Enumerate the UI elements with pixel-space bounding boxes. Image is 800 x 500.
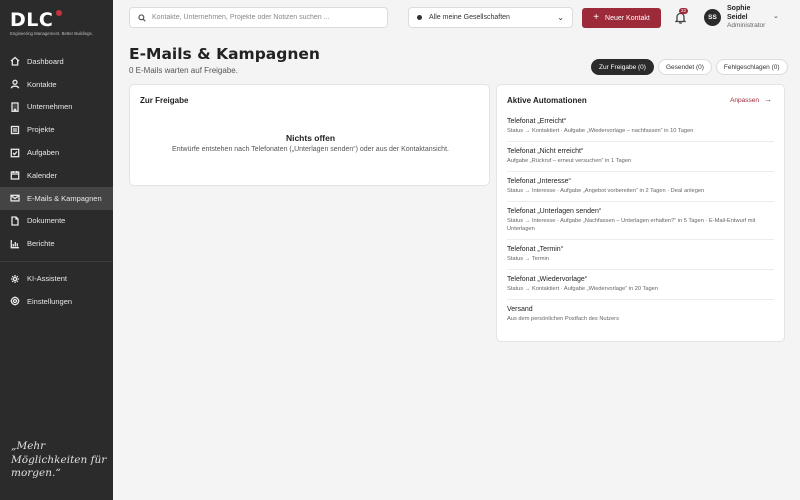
tab-zur-freigabe[interactable]: Zur Freigabe (0) — [591, 59, 654, 75]
automation-desc: Status → Termin — [507, 256, 549, 262]
mail-icon — [10, 193, 20, 203]
filter-tabs: Zur Freigabe (0) Gesendet (0) Fehlgeschl… — [591, 59, 788, 75]
automation-name: Telefonat „Wiedervorlage“ — [507, 276, 588, 283]
company-select-value: Alle meine Gesellschaften — [429, 14, 510, 21]
new-contact-label: Neuer Kontakt — [605, 14, 650, 22]
empty-state-text: Entwürfe entstehen nach Telefonaten („Un… — [172, 146, 449, 153]
checkbox-icon — [10, 148, 20, 158]
document-icon — [10, 216, 20, 226]
page-title: E-Mails & Kampagnen — [129, 45, 320, 63]
sidebar-nav: Dashboard Kontakte Unternehmen Projekte … — [0, 50, 113, 313]
notifications-button[interactable]: 22 — [674, 8, 689, 24]
user-name: Sophie Seidel — [727, 5, 751, 21]
user-menu[interactable]: Sophie Seidel Administrator — [727, 5, 769, 31]
list-item[interactable]: Telefonat „Interesse“ Status → Interesse… — [507, 177, 774, 202]
sidebar-item-dashboard[interactable]: Dashboard — [0, 50, 113, 73]
sidebar-item-label: Dokumente — [27, 216, 66, 226]
chevron-down-icon: ⌄ — [557, 13, 564, 22]
automation-name: Telefonat „Erreicht“ — [507, 118, 567, 125]
automation-name: Telefonat „Termin“ — [507, 246, 564, 253]
adjust-label: Anpassen — [730, 96, 759, 104]
logo-dot — [56, 10, 62, 16]
user-role: Administrator — [727, 22, 766, 29]
automation-desc: Aufgabe „Rückruf – erneut versuchen“ in … — [507, 158, 632, 164]
sidebar-item-label: Kontakte — [27, 79, 57, 89]
search-bar[interactable] — [129, 7, 388, 28]
automation-desc: Status → Kontaktiert · Aufgabe „Wiedervo… — [507, 128, 694, 134]
sidebar-item-aufgaben[interactable]: Aufgaben — [0, 141, 113, 164]
sidebar-item-emails[interactable]: E-Mails & Kampagnen — [0, 186, 113, 210]
sidebar: DLC Engineering Management. Better Build… — [0, 0, 113, 500]
list-item[interactable]: Telefonat „Erreicht“ Status → Kontaktier… — [507, 117, 774, 142]
company-dot-icon — [417, 15, 422, 20]
folder-icon — [10, 125, 20, 135]
chevron-down-icon[interactable]: ⌄ — [773, 12, 779, 20]
automations-card-heading: Aktive Automationen — [507, 96, 587, 105]
building-icon — [10, 102, 20, 112]
calendar-icon — [10, 170, 20, 181]
sidebar-item-kalender[interactable]: Kalender — [0, 164, 113, 187]
plus-icon: + — [593, 12, 600, 23]
notification-badge: 22 — [679, 8, 689, 14]
sidebar-divider — [0, 261, 113, 263]
automation-desc: Status → Kontaktiert · Aufgabe „Wiedervo… — [507, 286, 659, 292]
chart-icon — [10, 239, 20, 249]
sidebar-item-unternehmen[interactable]: Unternehmen — [0, 96, 113, 119]
automation-name: Telefonat „Interesse“ — [507, 178, 571, 185]
sidebar-item-label: Projekte — [27, 125, 55, 135]
sidebar-item-label: Dashboard — [27, 56, 64, 66]
sidebar-item-projekte[interactable]: Projekte — [0, 118, 113, 141]
page-subtitle: 0 E-Mails warten auf Freigabe. — [129, 66, 238, 75]
automations-card: Aktive Automationen Anpassen → Telefonat… — [496, 84, 785, 342]
company-select[interactable]: Alle meine Gesellschaften ⌄ — [408, 7, 573, 28]
sidebar-item-label: E-Mails & Kampagnen — [27, 193, 102, 203]
user-icon — [10, 79, 20, 89]
sidebar-item-kontakte[interactable]: Kontakte — [0, 73, 113, 96]
sidebar-item-berichte[interactable]: Berichte — [0, 232, 113, 255]
list-item[interactable]: Telefonat „Unterlagen senden“ Status → I… — [507, 207, 774, 240]
sidebar-item-dokumente[interactable]: Dokumente — [0, 210, 113, 233]
logo-tagline: Engineering Management. Better Buildings… — [10, 31, 93, 36]
sidebar-item-ki-assistent[interactable]: KI-Assistent — [0, 267, 113, 290]
list-item[interactable]: Telefonat „Termin“ Status → Termin — [507, 245, 774, 270]
sidebar-item-label: Einstellungen — [27, 296, 73, 306]
gear-icon — [10, 296, 20, 306]
automation-name: Versand — [507, 306, 533, 313]
automation-name: Telefonat „Nicht erreicht“ — [507, 148, 584, 155]
sidebar-item-label: Kalender — [27, 170, 58, 180]
sidebar-item-einstellungen[interactable]: Einstellungen — [0, 290, 113, 313]
sidebar-item-label: Aufgaben — [27, 148, 60, 158]
sparkle-icon — [10, 274, 20, 284]
logo-text: DLC — [10, 9, 54, 31]
automation-desc: Status → Interesse · Aufgabe „Angebot vo… — [507, 188, 705, 194]
empty-state-title: Nichts offen — [285, 133, 336, 143]
search-icon — [138, 13, 146, 22]
automations-list: Telefonat „Erreicht“ Status → Kontaktier… — [507, 117, 774, 334]
sidebar-item-label: KI-Assistent — [27, 274, 68, 284]
sidebar-quote: „Mehr Möglichkeiten für morgen.“ — [11, 440, 107, 479]
automation-name: Telefonat „Unterlagen senden“ — [507, 208, 602, 215]
tab-gesendet[interactable]: Gesendet (0) — [657, 59, 712, 75]
release-card-heading: Zur Freigabe — [140, 96, 189, 105]
avatar[interactable]: SS — [704, 9, 721, 26]
release-card: Zur Freigabe Nichts offen Entwürfe entst… — [129, 84, 490, 186]
home-icon — [10, 56, 20, 67]
automation-desc: Status → Interesse · Aufgabe „Nachfassen… — [507, 218, 756, 232]
list-item[interactable]: Telefonat „Nicht erreicht“ Aufgabe „Rück… — [507, 147, 774, 172]
sidebar-item-label: Berichte — [27, 239, 55, 249]
sidebar-item-label: Unternehmen — [27, 102, 73, 112]
adjust-link[interactable]: Anpassen → — [730, 96, 772, 104]
list-item[interactable]: Telefonat „Wiedervorlage“ Status → Konta… — [507, 275, 774, 300]
tab-fehlgeschlagen[interactable]: Fehlgeschlagen (0) — [715, 59, 788, 75]
new-contact-button[interactable]: + Neuer Kontakt — [582, 8, 661, 28]
automation-desc: Aus dem persönlichen Postfach des Nutzer… — [507, 316, 619, 322]
logo[interactable]: DLC Engineering Management. Better Build… — [10, 9, 93, 36]
search-input[interactable] — [152, 14, 382, 21]
list-item[interactable]: Versand Aus dem persönlichen Postfach de… — [507, 305, 774, 329]
arrow-right-icon: → — [764, 95, 772, 104]
